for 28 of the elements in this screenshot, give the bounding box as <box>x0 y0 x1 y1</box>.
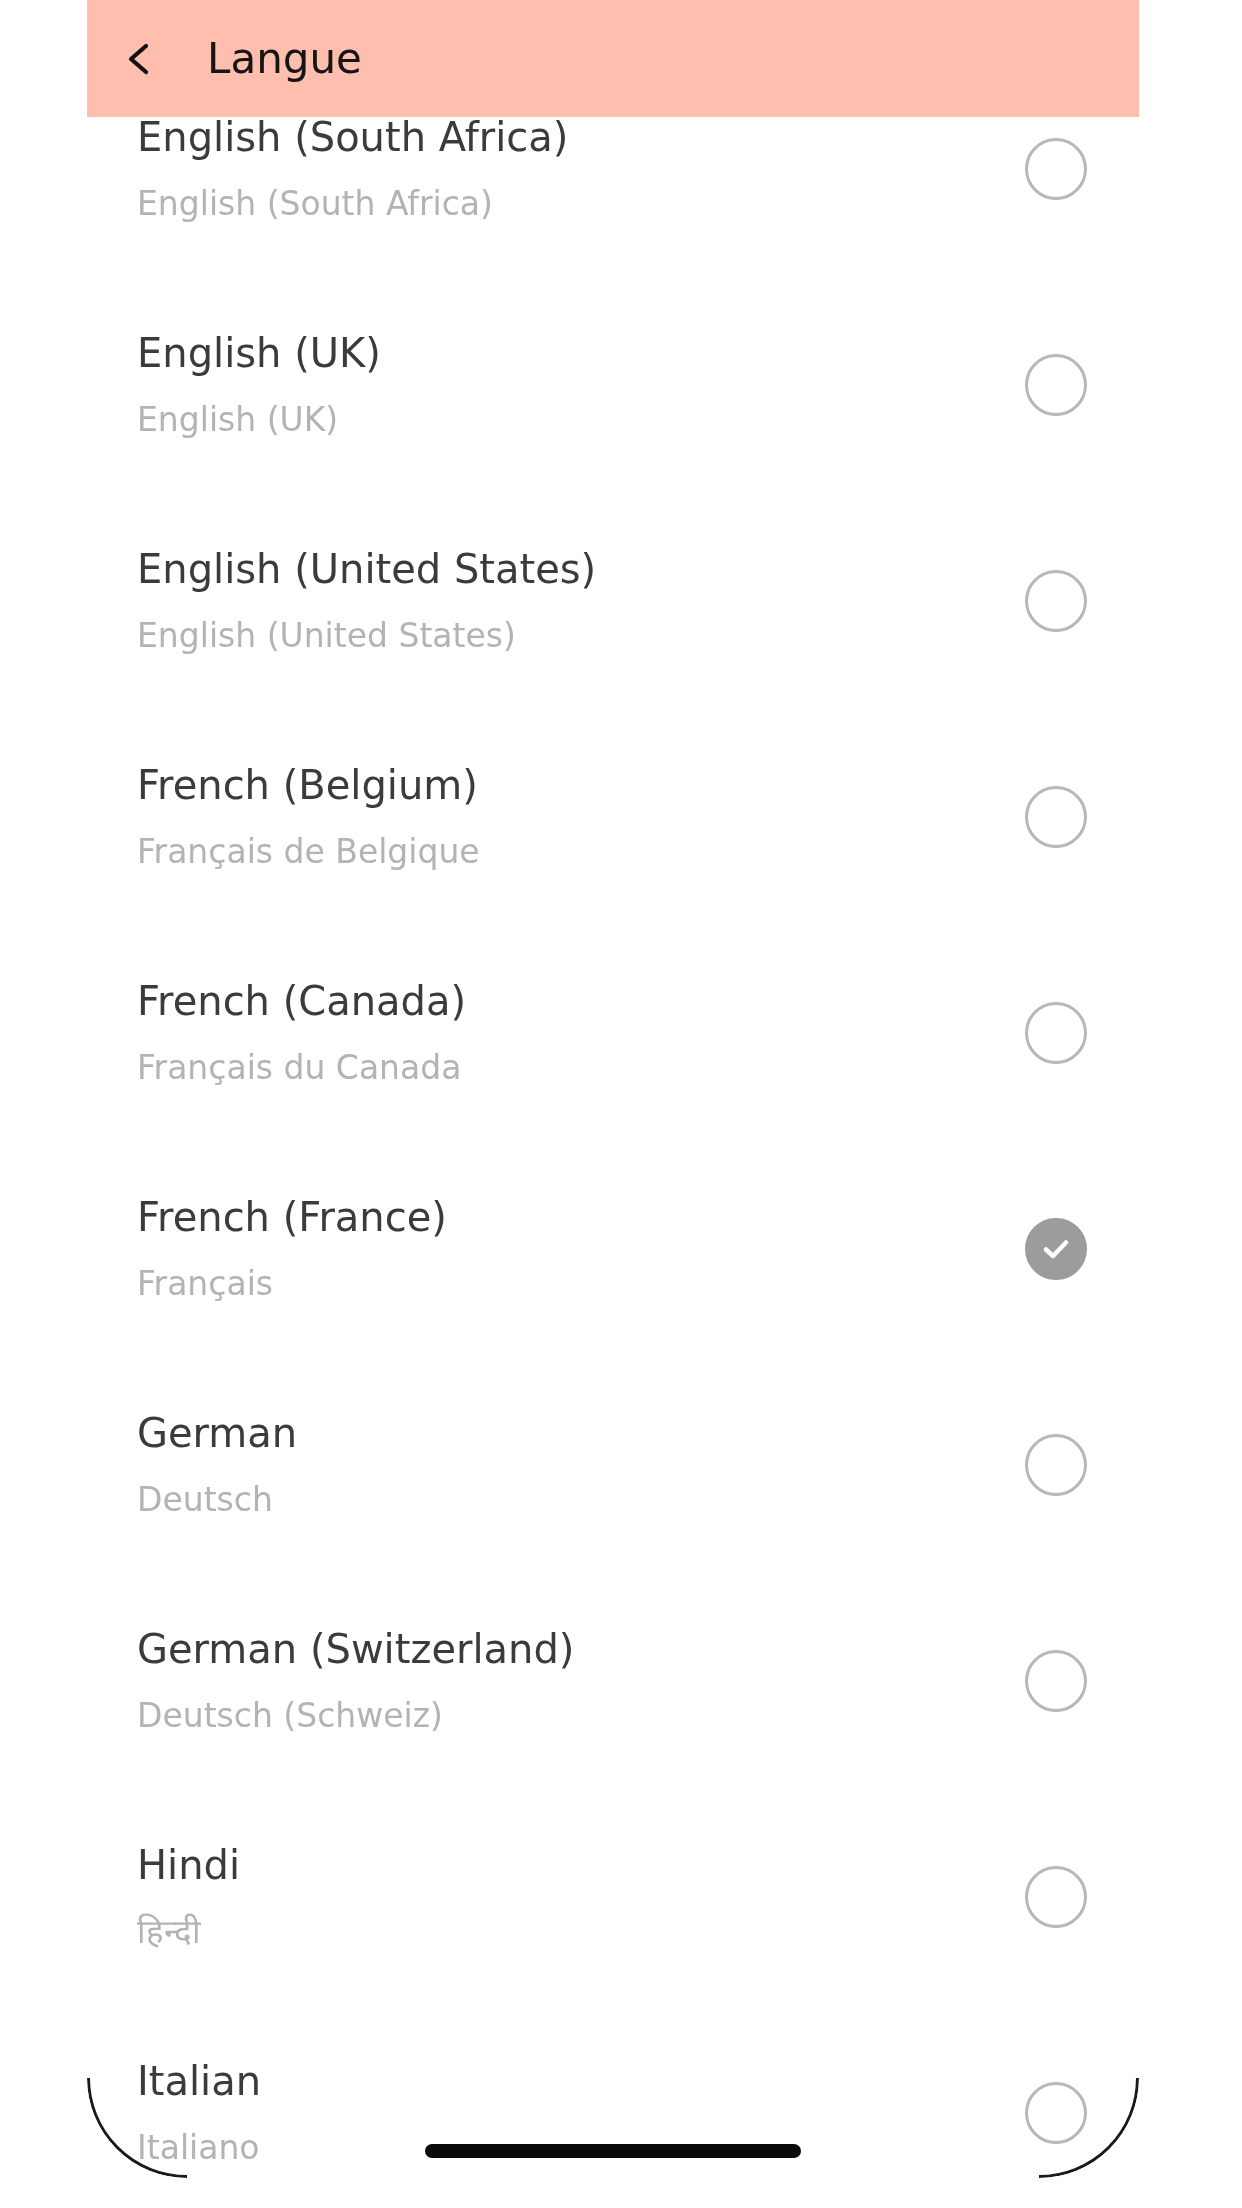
radio-button[interactable] <box>1025 1866 1087 1928</box>
radio-button[interactable] <box>1025 1002 1087 1064</box>
language-native-name: Deutsch <box>137 1481 273 1518</box>
screen-title: Langue <box>207 32 362 85</box>
back-chevron-icon <box>126 42 150 75</box>
language-name: French (Canada) <box>137 980 467 1021</box>
language-native-name: Deutsch (Schweiz) <box>137 1697 443 1734</box>
language-native-name: English (United States) <box>137 617 516 654</box>
radio-button[interactable] <box>1025 1650 1087 1712</box>
language-native-name: Français <box>137 1265 273 1302</box>
radio-button[interactable] <box>1025 1434 1087 1496</box>
language-native-name: English (UK) <box>137 401 339 438</box>
radio-button[interactable] <box>1025 354 1087 416</box>
radio-button[interactable] <box>1025 2082 1087 2144</box>
language-native-name: Français du Canada <box>137 1049 462 1086</box>
language-native-name: Français de Belgique <box>137 833 480 870</box>
check-icon <box>1043 1239 1069 1259</box>
language-name: Hindi <box>137 1844 241 1885</box>
radio-button[interactable] <box>1025 570 1087 632</box>
language-native-name: हिन्दी <box>137 1913 201 1950</box>
radio-button[interactable] <box>1025 786 1087 848</box>
language-name: French (France) <box>137 1196 447 1237</box>
language-name: Italian <box>137 2060 262 2101</box>
radio-button[interactable] <box>1025 138 1087 200</box>
language-native-name: English (South Africa) <box>137 185 493 222</box>
language-name: German (Switzerland) <box>137 1628 575 1669</box>
language-native-name: Italiano <box>137 2129 260 2166</box>
language-name: German <box>137 1412 298 1453</box>
